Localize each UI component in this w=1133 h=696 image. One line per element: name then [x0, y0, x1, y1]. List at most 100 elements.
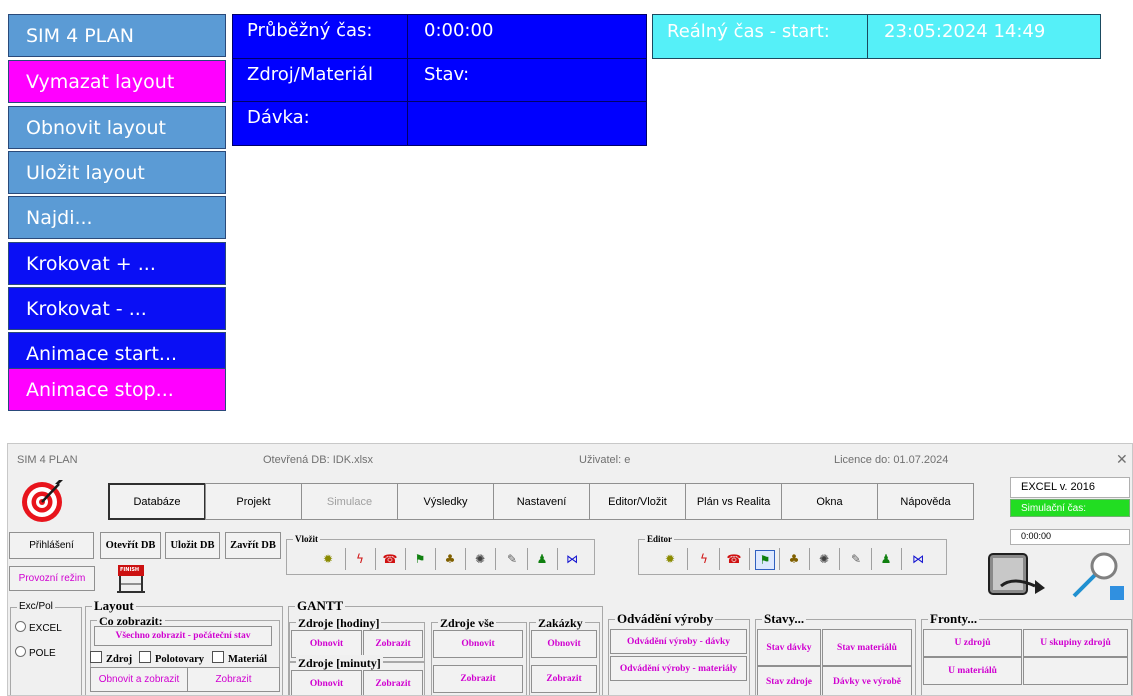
sim-time-value: 0:00:00	[1010, 529, 1130, 545]
clear-layout-button[interactable]: Vymazat layout	[8, 60, 226, 103]
layout-show-button[interactable]: Zobrazit	[187, 667, 280, 692]
res-minutes-title: Zdroje [minuty]	[296, 655, 383, 671]
people-icon[interactable]: ♟	[533, 550, 551, 568]
step-forward-button[interactable]: Krokovat + ...	[8, 242, 226, 285]
edit-phone-icon[interactable]: ☎	[725, 550, 743, 568]
dispatch-materials-button[interactable]: Odvádění výroby - materiály	[610, 656, 747, 681]
resource-material-label: Zdroj/Materiál	[232, 58, 408, 102]
res-all-refresh[interactable]: Obnovit	[433, 630, 523, 658]
edit-connector-icon[interactable]: ⋈	[909, 550, 927, 568]
dispatch-title: Odvádění výroby	[615, 611, 716, 627]
license-info: Licence do: 01.07.2024	[834, 454, 949, 466]
batch-value	[407, 101, 647, 146]
window-title: SIM 4 PLAN	[17, 454, 78, 466]
operating-mode-button[interactable]: Provozní režim	[9, 566, 95, 591]
menu-nastaveni[interactable]: Nastavení	[493, 483, 590, 520]
gantt-title: GANTT	[295, 598, 346, 614]
chk-zdroj[interactable]: Zdroj	[90, 651, 132, 665]
refresh-and-show-button[interactable]: Obnovit a zobrazit	[90, 667, 188, 692]
edit-settings-icon[interactable]: ✺	[815, 550, 833, 568]
dispatch-batches-button[interactable]: Odvádění výroby - dávky	[610, 629, 747, 654]
user-info: Uživatel: e	[579, 454, 631, 466]
edit-people-icon[interactable]: ♟	[877, 550, 895, 568]
layout-title: Layout	[92, 598, 136, 614]
queue-resource-groups-button[interactable]: U skupiny zdrojů	[1023, 629, 1128, 657]
radio-excel[interactable]: EXCEL	[15, 621, 62, 634]
insert-group-title: Vložit	[293, 533, 320, 545]
close-icon[interactable]: ✕	[1116, 451, 1128, 468]
state-label: Stav:	[407, 58, 647, 102]
pin-icon[interactable]: ✎	[503, 550, 521, 568]
phone-icon[interactable]: ☎	[381, 550, 399, 568]
search-tool-icon[interactable]	[1066, 548, 1128, 604]
exc-pol-title: Exc/Pol	[17, 601, 55, 613]
edit-link-icon[interactable]: ϟ	[695, 550, 713, 568]
sim-time-label: Simulační čas:	[1010, 499, 1130, 517]
editor-group-title: Editor	[645, 533, 675, 545]
states-title: Stavy...	[762, 611, 807, 627]
finish-flag-icon[interactable]: FINISH	[116, 562, 146, 594]
open-db-info: Otevřená DB: IDK.xlsx	[263, 454, 374, 466]
state-material-button[interactable]: Stav materiálů	[822, 629, 912, 666]
save-db-button[interactable]: Uložit DB	[165, 532, 220, 559]
queue-resources-button[interactable]: U zdrojů	[923, 629, 1022, 657]
finish-label: FINISH	[120, 567, 140, 573]
res-all-title: Zdroje vše	[438, 615, 497, 631]
link-icon[interactable]: ϟ	[351, 550, 369, 568]
chk-material[interactable]: Materiál	[212, 651, 267, 665]
res-hours-title: Zdroje [hodiny]	[296, 615, 382, 631]
res-hours-show[interactable]: Zobrazit	[363, 630, 423, 658]
running-time-label: Průběžný čas:	[232, 14, 408, 59]
state-resource-button[interactable]: Stav zdroje	[757, 666, 821, 695]
settings-icon[interactable]: ✺	[471, 550, 489, 568]
menu-vysledky[interactable]: Výsledky	[397, 483, 494, 520]
hierarchy-icon[interactable]: ♣	[441, 550, 459, 568]
app-title-button[interactable]: SIM 4 PLAN	[8, 14, 226, 57]
menu-simulace[interactable]: Simulace	[301, 483, 398, 520]
edit-hierarchy-icon[interactable]: ♣	[785, 550, 803, 568]
queues-title: Fronty...	[928, 611, 980, 627]
editor-group: Editor ✹ ϟ ☎ ⚑ ♣ ✺ ✎ ♟ ⋈	[638, 533, 947, 575]
menu-okna[interactable]: Okna	[781, 483, 878, 520]
exc-pol-group: Exc/Pol EXCEL POLE	[10, 601, 82, 695]
radio-pole[interactable]: POLE	[15, 646, 56, 659]
menu-napoveda[interactable]: Nápověda	[877, 483, 974, 520]
find-button[interactable]: Najdi...	[8, 196, 226, 239]
batch-label: Dávka:	[232, 101, 408, 146]
queue-empty-button[interactable]	[1023, 657, 1128, 685]
edit-flag-icon[interactable]: ⚑	[755, 550, 775, 570]
orders-refresh[interactable]: Obnovit	[531, 630, 597, 658]
insert-group: Vložit ✹ ϟ ☎ ⚑ ♣ ✺ ✎ ♟ ⋈	[286, 533, 595, 575]
res-hours-refresh[interactable]: Obnovit	[291, 630, 362, 658]
res-all-show[interactable]: Zobrazit	[433, 665, 523, 693]
flag-icon[interactable]: ⚑	[411, 550, 429, 568]
gear-icon[interactable]: ✹	[319, 550, 337, 568]
export-window-icon[interactable]	[983, 548, 1047, 604]
refresh-layout-button[interactable]: Obnovit layout	[8, 106, 226, 149]
edit-gear-icon[interactable]: ✹	[661, 550, 679, 568]
orders-title: Zakázky	[536, 615, 585, 631]
step-back-button[interactable]: Krokovat - ...	[8, 287, 226, 330]
excel-version: EXCEL v. 2016	[1010, 477, 1130, 498]
connector-icon[interactable]: ⋈	[563, 550, 581, 568]
queue-materials-button[interactable]: U materiálů	[923, 657, 1022, 685]
menu-databaze[interactable]: Databáze	[108, 483, 206, 520]
close-db-button[interactable]: Zavřít DB	[225, 532, 281, 559]
batches-in-production-button[interactable]: Dávky ve výrobě	[822, 666, 912, 695]
open-db-button[interactable]: Otevřít DB	[100, 532, 161, 559]
res-minutes-refresh[interactable]: Obnovit	[291, 670, 362, 695]
menu-projekt[interactable]: Projekt	[205, 483, 302, 520]
edit-pin-icon[interactable]: ✎	[847, 550, 865, 568]
running-time-value: 0:00:00	[407, 14, 647, 59]
save-layout-button[interactable]: Uložit layout	[8, 151, 226, 194]
chk-polotovary[interactable]: Polotovary	[139, 651, 204, 665]
menu-editor-vlozit[interactable]: Editor/Vložit	[589, 483, 686, 520]
state-batch-button[interactable]: Stav dávky	[757, 629, 821, 666]
real-time-label: Reálný čas - start:	[652, 14, 868, 59]
show-all-button[interactable]: Všechno zobrazit - počáteční stav	[94, 626, 272, 646]
orders-show[interactable]: Zobrazit	[531, 665, 597, 693]
login-button[interactable]: Přihlášení	[9, 532, 94, 559]
menu-plan-vs-realita[interactable]: Plán vs Realita	[685, 483, 782, 520]
animation-stop-button[interactable]: Animace stop...	[8, 368, 226, 411]
res-minutes-show[interactable]: Zobrazit	[363, 670, 423, 695]
